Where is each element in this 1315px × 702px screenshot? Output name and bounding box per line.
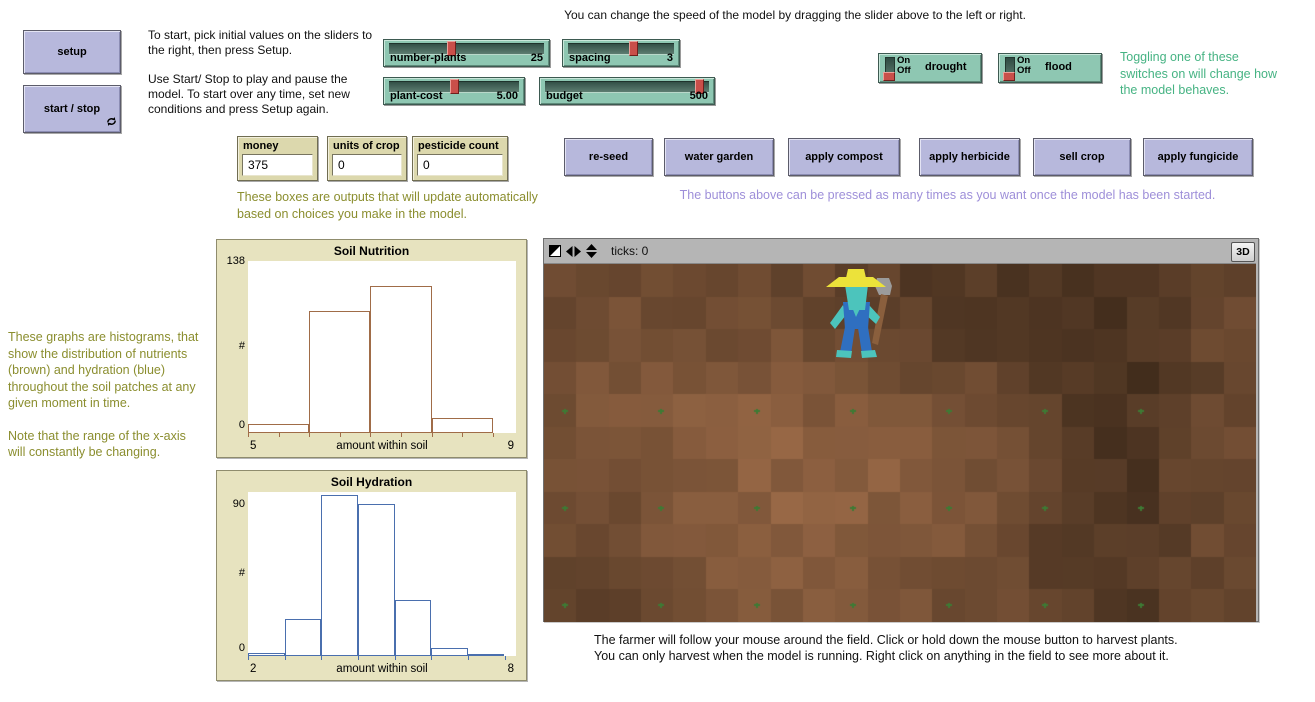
slider-value: 25 — [531, 52, 543, 64]
apply-fungicide-button[interactable]: apply fungicide — [1143, 138, 1253, 176]
ticks-counter: ticks: 0 — [611, 244, 648, 258]
graphs-note: These graphs are histograms, that show t… — [8, 329, 206, 461]
monitor-label: pesticide count — [418, 140, 499, 152]
view-header: ticks: 0 3D — [544, 239, 1258, 263]
apply-herbicide-button[interactable]: apply herbicide — [919, 138, 1020, 176]
slider-value: 500 — [690, 90, 708, 102]
view-3d-button[interactable]: 3D — [1231, 242, 1255, 262]
switches-note: Toggling one of these switches on will c… — [1120, 49, 1282, 99]
reseed-button-label: re-seed — [589, 151, 628, 163]
water-garden-button-label: water garden — [685, 151, 753, 163]
switch-off-label: Off — [1017, 65, 1031, 76]
diagonal-split-square-icon — [549, 245, 561, 257]
spacing-slider[interactable]: spacing 3 — [562, 39, 680, 67]
monitors-note-line-2: based on choices you make in the model. — [237, 206, 567, 223]
apply-herbicide-button-label: apply herbicide — [929, 151, 1010, 163]
monitors-note: These boxes are outputs that will update… — [237, 189, 567, 222]
slider-label: spacing — [569, 52, 611, 64]
x-axis-max-label: 9 — [508, 440, 514, 452]
soil-hydration-plot: Soil Hydration 90 # 0 2 amount within so… — [216, 470, 527, 681]
switch-handle[interactable] — [883, 72, 895, 81]
y-axis-title: # — [219, 340, 245, 352]
apply-compost-button[interactable]: apply compost — [788, 138, 900, 176]
field-area[interactable] — [544, 263, 1256, 627]
slider-label: plant-cost — [390, 90, 443, 102]
x-axis-title: amount within soil — [248, 663, 516, 675]
monitor-value-box: 375 — [242, 154, 313, 176]
y-axis-title: # — [219, 567, 245, 579]
start-stop-button[interactable]: start / stop — [23, 85, 121, 133]
water-garden-button[interactable]: water garden — [664, 138, 774, 176]
switch-slot — [885, 57, 895, 80]
sell-crop-button-label: sell crop — [1059, 151, 1104, 163]
left-right-arrows-icon — [566, 246, 581, 257]
plot-title: Soil Nutrition — [217, 244, 526, 258]
start-stop-button-label: start / stop — [44, 103, 100, 115]
monitor-label: money — [243, 140, 278, 152]
flood-switch[interactable]: On Off flood — [998, 53, 1102, 83]
speed-note: You can change the speed of the model by… — [400, 8, 1190, 22]
plot-area — [248, 261, 516, 433]
monitor-value: 375 — [248, 158, 268, 172]
plot-area — [248, 492, 516, 656]
actions-note: The buttons above can be pressed as many… — [640, 187, 1255, 204]
monitor-value-box: 0 — [332, 154, 402, 176]
number-plants-slider[interactable]: number-plants 25 — [383, 39, 550, 67]
graphs-note-paragraph-1: These graphs are histograms, that show t… — [8, 329, 206, 412]
y-axis-zero-label: 0 — [219, 419, 245, 431]
slider-label: number-plants — [390, 52, 466, 64]
switch-name: drought — [925, 61, 967, 73]
view-3d-button-label: 3D — [1236, 246, 1249, 258]
instructions-paragraph-1: To start, pick initial values on the sli… — [148, 28, 384, 59]
up-down-arrows-icon — [586, 244, 597, 258]
drought-switch[interactable]: On Off drought — [878, 53, 982, 83]
soil-nutrition-plot: Soil Nutrition 138 # 0 5 amount within s… — [216, 239, 527, 458]
plant-cost-slider[interactable]: plant-cost 5.00 — [383, 77, 525, 105]
harvest-note: The farmer will follow your mouse around… — [594, 632, 1266, 665]
switch-slot — [1005, 57, 1015, 80]
setup-button-label: setup — [57, 46, 86, 58]
apply-compost-button-label: apply compost — [805, 151, 883, 163]
budget-slider[interactable]: budget 500 — [539, 77, 715, 105]
instructions-paragraph-2: Use Start/ Stop to play and pause the mo… — [148, 72, 384, 118]
slider-value: 3 — [667, 52, 673, 64]
money-monitor: money 375 — [237, 136, 318, 181]
setup-button[interactable]: setup — [23, 30, 121, 74]
monitor-value-box: 0 — [417, 154, 503, 176]
harvest-note-line-2: You can only harvest when the model is r… — [594, 648, 1266, 664]
y-axis-max-label: 90 — [219, 498, 245, 510]
graphs-note-paragraph-2: Note that the range of the x-axis will c… — [8, 428, 206, 461]
switch-handle[interactable] — [1003, 72, 1015, 81]
apply-fungicide-button-label: apply fungicide — [1158, 151, 1239, 163]
pesticide-count-monitor: pesticide count 0 — [412, 136, 508, 181]
monitor-value: 0 — [423, 158, 430, 172]
forever-icon — [106, 116, 117, 130]
monitor-value: 0 — [338, 158, 345, 172]
model-interface: You can change the speed of the model by… — [0, 0, 1315, 702]
switch-off-label: Off — [897, 65, 911, 76]
slider-handle[interactable] — [629, 41, 638, 56]
y-axis-max-label: 138 — [219, 255, 245, 267]
monitor-label: units of crop — [333, 140, 400, 152]
field-canvas[interactable] — [544, 264, 1256, 622]
slider-handle[interactable] — [450, 79, 459, 94]
plot-title: Soil Hydration — [217, 475, 526, 489]
y-axis-zero-label: 0 — [219, 642, 245, 654]
x-axis-title: amount within soil — [248, 440, 516, 452]
instructions-text: To start, pick initial values on the sli… — [148, 28, 384, 118]
harvest-note-line-1: The farmer will follow your mouse around… — [594, 632, 1266, 648]
reseed-button[interactable]: re-seed — [564, 138, 653, 176]
units-of-crop-monitor: units of crop 0 — [327, 136, 407, 181]
slider-label: budget — [546, 90, 583, 102]
world-view: ticks: 0 3D — [543, 238, 1259, 622]
monitors-note-line-1: These boxes are outputs that will update… — [237, 189, 567, 206]
switch-name: flood — [1045, 61, 1072, 73]
sell-crop-button[interactable]: sell crop — [1033, 138, 1131, 176]
slider-value: 5.00 — [497, 90, 518, 102]
x-axis-max-label: 8 — [508, 663, 514, 675]
